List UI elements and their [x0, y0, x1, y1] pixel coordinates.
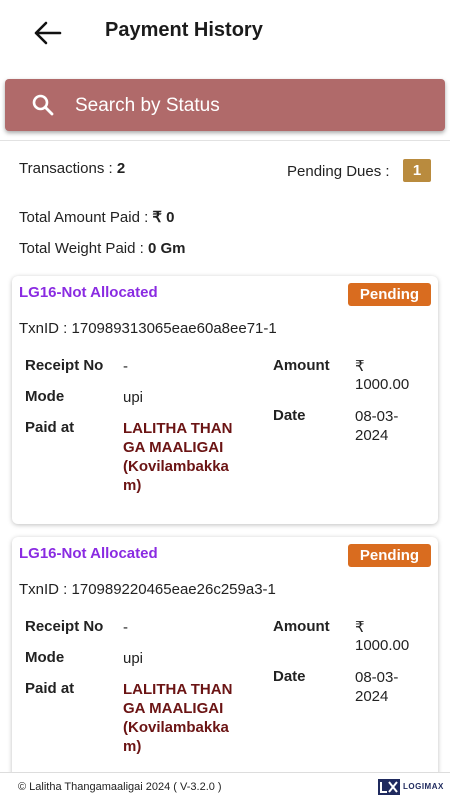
date-label: Date	[273, 407, 306, 424]
total-amount-label: Total Amount Paid :	[19, 209, 153, 226]
copyright-text: © Lalitha Thangamaaligai 2024 ( V-3.2.0 …	[18, 781, 222, 793]
divider	[0, 140, 450, 141]
total-amount-paid: Total Amount Paid : ₹ 0	[19, 208, 174, 226]
card-title: LG16-Not Allocated	[19, 545, 158, 562]
transactions-value: 2	[116, 160, 126, 177]
pending-dues-badge: 1	[403, 159, 431, 182]
date-value: 08-03-	[355, 669, 399, 686]
receipt-no-value: -	[123, 358, 128, 375]
receipt-no-label: Receipt No	[25, 357, 104, 374]
footer: © Lalitha Thangamaaligai 2024 ( V-3.2.0 …	[0, 772, 450, 801]
mode-value: upi	[123, 650, 144, 667]
paid-at-value: LALITHA THANGA MAALIGAI (Kovilambakkam)	[123, 681, 233, 755]
transaction-card[interactable]: LG16-Not Allocated Pending TxnID : 17098…	[12, 537, 438, 785]
mode-label: Mode	[25, 649, 65, 666]
page-title: Payment History	[105, 19, 263, 41]
paid-at-label: Paid at	[25, 680, 75, 697]
transactions-label: Transactions :	[19, 160, 117, 177]
card-title: LG16-Not Allocated	[19, 284, 158, 301]
amount-label: Amount	[273, 618, 330, 635]
txn-id: TxnID : 170989220465eae26c259a3-1	[19, 581, 276, 598]
logo-text: LOGIMAX	[403, 782, 444, 791]
transaction-card[interactable]: LG16-Not Allocated Pending TxnID : 17098…	[12, 276, 438, 524]
amount-symbol: ₹	[355, 619, 365, 636]
search-icon[interactable]	[31, 93, 55, 117]
mode-value: upi	[123, 389, 144, 406]
receipt-no-value: -	[123, 619, 128, 636]
date-value-year: 2024	[355, 427, 389, 444]
total-weight-paid: Total Weight Paid : 0 Gm	[19, 240, 185, 257]
app-bar: Payment History	[0, 0, 450, 64]
txn-id: TxnID : 170989313065eae60a8ee71-1	[19, 320, 277, 337]
total-weight-label: Total Weight Paid :	[19, 240, 148, 257]
arrow-left-icon[interactable]	[30, 18, 64, 48]
paid-at-label: Paid at	[25, 419, 75, 436]
search-bar[interactable]	[5, 79, 445, 131]
mode-label: Mode	[25, 388, 65, 405]
status-badge: Pending	[348, 283, 431, 306]
status-badge: Pending	[348, 544, 431, 567]
amount-value: 1000.00	[355, 637, 410, 654]
logimax-logo-icon	[378, 779, 400, 795]
amount-label: Amount	[273, 357, 330, 374]
amount-symbol: ₹	[355, 358, 365, 375]
amount-value: 1000.00	[355, 376, 410, 393]
pending-dues-label: Pending Dues :	[287, 163, 390, 180]
date-value-year: 2024	[355, 688, 389, 705]
transactions-count: Transactions : 2	[19, 160, 125, 177]
date-value: 08-03-	[355, 408, 399, 425]
total-weight-value: 0 Gm	[147, 240, 186, 257]
paid-at-value: LALITHA THANGA MAALIGAI (Kovilambakkam)	[123, 420, 233, 494]
total-amount-value: ₹ 0	[152, 209, 175, 226]
receipt-no-label: Receipt No	[25, 618, 104, 635]
date-label: Date	[273, 668, 306, 685]
search-input[interactable]	[73, 89, 437, 123]
